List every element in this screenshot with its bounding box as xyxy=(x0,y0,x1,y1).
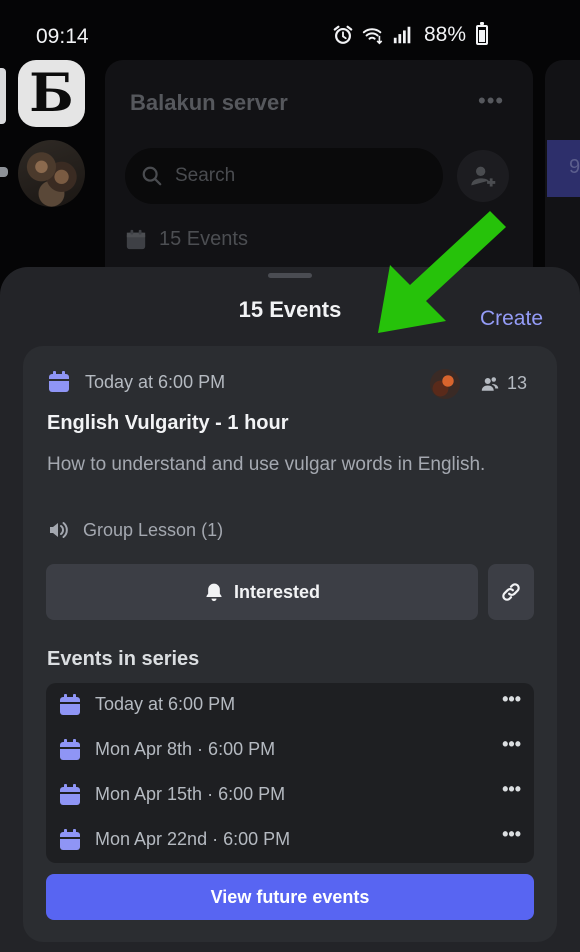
search-input[interactable]: Search xyxy=(125,148,443,204)
event-description: How to understand and use vulgar words i… xyxy=(47,454,486,475)
interested-button[interactable]: Interested xyxy=(46,564,478,620)
calendar-icon xyxy=(60,694,80,715)
calendar-icon xyxy=(60,829,80,850)
events-sheet: 15 Events Create Today at 6:00 PM 13 Eng… xyxy=(0,267,580,952)
server-icon-photo[interactable] xyxy=(18,140,85,207)
series-item[interactable]: Today at 6:00 PM ••• xyxy=(46,683,534,728)
copy-link-button[interactable] xyxy=(488,564,534,620)
event-location: Group Lesson (1) xyxy=(83,519,224,540)
stage-speaker-icon xyxy=(50,522,68,538)
add-member-button[interactable] xyxy=(457,150,509,202)
event-title: English Vulgarity - 1 hour xyxy=(47,412,289,434)
more-options-icon[interactable]: ••• xyxy=(502,779,521,800)
events-channel-row[interactable]: 15 Events xyxy=(125,228,248,251)
calendar-icon xyxy=(60,739,80,760)
series-item[interactable]: Mon Apr 8th · 6:00 PM ••• xyxy=(46,728,534,773)
bell-icon xyxy=(206,583,222,602)
annotation-arrow-icon xyxy=(378,211,506,333)
server-icon-balakun[interactable]: Б xyxy=(18,60,85,127)
event-card[interactable]: Today at 6:00 PM 13 English Vulgarity - … xyxy=(23,346,557,942)
people-icon xyxy=(481,376,499,391)
interested-button-label: Interested xyxy=(233,581,321,602)
series-item[interactable]: Mon Apr 22nd · 6:00 PM ••• xyxy=(46,818,534,863)
link-icon xyxy=(502,583,520,601)
server-letter: Б xyxy=(29,63,74,124)
peek-text: 9 xyxy=(569,156,580,178)
more-options-icon[interactable]: ••• xyxy=(502,824,521,845)
selected-server-indicator xyxy=(0,68,6,124)
view-future-events-label: View future events xyxy=(210,886,370,907)
series-list: Today at 6:00 PM ••• Mon Apr 8th · 6:00 … xyxy=(46,683,534,863)
series-item-label: Mon Apr 22nd · 6:00 PM xyxy=(95,829,291,849)
event-time-row: Today at 6:00 PM xyxy=(47,370,225,394)
interested-count: 13 xyxy=(481,373,527,394)
host-avatar[interactable] xyxy=(430,369,460,399)
server-more-icon[interactable]: ••• xyxy=(478,88,504,114)
calendar-icon xyxy=(126,229,146,249)
more-options-icon[interactable]: ••• xyxy=(502,689,521,710)
drag-handle[interactable] xyxy=(268,273,312,278)
event-time: Today at 6:00 PM xyxy=(85,371,226,392)
view-future-events-button[interactable]: View future events xyxy=(46,874,534,920)
series-item-label: Mon Apr 15th · 6:00 PM xyxy=(95,784,286,804)
series-item-label: Mon Apr 8th · 6:00 PM xyxy=(95,739,276,759)
calendar-icon xyxy=(49,371,69,392)
search-placeholder: Search xyxy=(175,165,236,186)
peek-highlight: 9 xyxy=(547,140,580,197)
series-heading: Events in series xyxy=(47,648,200,670)
series-item-label: Today at 6:00 PM xyxy=(95,694,236,714)
unread-server-indicator xyxy=(0,167,8,177)
more-options-icon[interactable]: ••• xyxy=(502,734,521,755)
add-user-icon xyxy=(471,166,496,187)
interested-count-value: 13 xyxy=(507,373,528,393)
event-location-row: Group Lesson (1) xyxy=(47,518,223,542)
calendar-icon xyxy=(60,784,80,805)
events-channel-label: 15 Events xyxy=(159,228,248,250)
server-name[interactable]: Balakun server xyxy=(130,90,288,116)
series-item[interactable]: Mon Apr 15th · 6:00 PM ••• xyxy=(46,773,534,818)
search-icon xyxy=(142,166,162,186)
